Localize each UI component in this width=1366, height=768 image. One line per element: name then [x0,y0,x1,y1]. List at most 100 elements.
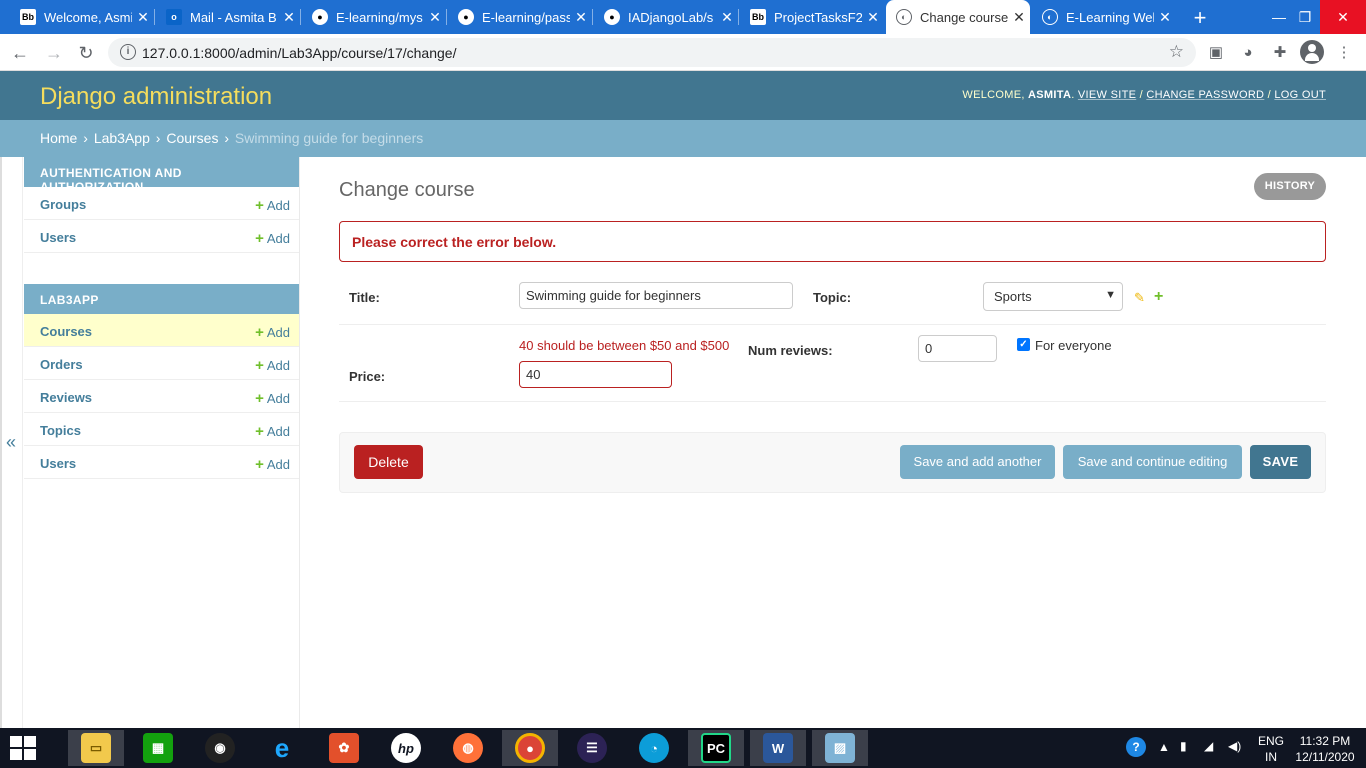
save-button[interactable]: SAVE [1250,445,1311,479]
add-icon: + [255,230,264,247]
new-tab-button[interactable]: + [1188,5,1212,31]
delete-button[interactable]: Delete [354,445,423,479]
for-everyone-label[interactable]: For everyone [1035,338,1112,353]
browser-tab[interactable]: Bb ProjectTasksF2( ✕ [740,0,884,34]
github-icon: ● [604,9,620,25]
model-link[interactable]: Orders [40,357,83,372]
github-icon: ● [458,9,474,25]
breadcrumb-model[interactable]: Courses [166,130,218,146]
browser-tab[interactable]: o Mail - Asmita B ✕ [156,0,300,34]
module-caption[interactable]: AUTHENTICATION AND AUTHORIZATION [24,157,299,194]
reload-icon[interactable]: ↻ [74,41,98,65]
num-reviews-input[interactable]: 0 [918,335,997,362]
windows-start-icon[interactable] [10,736,38,760]
extension-icon[interactable]: ▣ [1206,42,1226,62]
add-link[interactable]: + Add [255,197,290,214]
add-label: Add [266,198,290,213]
word-icon[interactable]: W [750,730,806,766]
close-tab-icon[interactable]: ✕ [132,9,154,26]
browser-tab-active[interactable]: ◐ Change course ✕ [886,0,1030,34]
view-site-link[interactable]: VIEW SITE [1078,89,1136,101]
help-icon[interactable]: ? [1126,737,1146,768]
tab-title: Mail - Asmita B [190,9,277,25]
close-tab-icon[interactable]: ✕ [716,9,738,26]
address-bar[interactable]: i 127.0.0.1:8000/admin/Lab3App/course/17… [108,38,1196,67]
url-text[interactable]: 127.0.0.1:8000/admin/Lab3App/course/17/c… [142,45,456,61]
region-label: IN [1265,750,1277,764]
input-language[interactable]: ENG IN [1258,733,1284,768]
camera-icon[interactable]: ◉ [192,730,248,766]
extension-icon[interactable]: ◕ [1238,42,1258,62]
firefox-icon[interactable]: ◍ [440,730,496,766]
edit-pencil-icon[interactable]: ✎ [1134,290,1145,306]
close-window-icon[interactable]: ✕ [1320,0,1366,34]
site-info-icon[interactable]: i [120,44,136,60]
puzzle-icon[interactable]: ✚ [1270,42,1290,62]
sidebar-item-groups: Groups + Add [24,187,299,220]
internet-explorer-icon[interactable]: e [254,730,310,766]
close-tab-icon[interactable]: ✕ [570,9,592,26]
browser-tab[interactable]: ◐ E-Learning Wel ✕ [1032,0,1176,34]
hp-icon[interactable]: hp [378,730,434,766]
browser-tab[interactable]: ● E-learning/pass ✕ [448,0,592,34]
topic-select[interactable]: Sports ▼ [983,282,1123,311]
file-explorer-icon[interactable]: ▭ [68,730,124,766]
model-link[interactable]: Groups [40,197,86,212]
chrome-icon[interactable]: ● [502,730,558,766]
add-label: Add [266,457,290,472]
log-out-link[interactable]: LOG OUT [1274,89,1326,101]
close-tab-icon[interactable]: ✕ [862,9,884,26]
add-related-icon[interactable]: + [1154,288,1163,306]
site-name[interactable]: Django administration [40,83,272,111]
add-link[interactable]: + Add [255,456,290,473]
tab-separator [738,9,739,25]
edge-icon[interactable]: ◔ [626,730,682,766]
github-icon: ● [312,9,328,25]
pycharm-icon[interactable]: PC [688,730,744,766]
battery-icon[interactable]: ▮ [1180,739,1187,768]
price-input[interactable]: 40 [519,361,672,388]
for-everyone-checkbox[interactable]: ✓ [1017,338,1030,351]
browser-tab[interactable]: ● IADjangoLab/s ✕ [594,0,738,34]
model-link[interactable]: Users [40,456,76,471]
model-link[interactable]: Topics [40,423,81,438]
photos-icon[interactable]: ✿ [316,730,372,766]
close-tab-icon[interactable]: ✕ [424,9,446,26]
wifi-icon[interactable]: ◢ [1204,739,1213,768]
num-reviews-label: Num reviews: [748,343,833,358]
add-link[interactable]: + Add [255,357,290,374]
close-tab-icon[interactable]: ✕ [1008,9,1030,26]
browser-tab[interactable]: Bb Welcome, Asmi ✕ [10,0,154,34]
model-link[interactable]: Reviews [40,390,92,405]
store-icon[interactable]: ▦ [130,730,186,766]
change-password-link[interactable]: CHANGE PASSWORD [1146,89,1264,101]
bookmark-star-icon[interactable]: ☆ [1169,42,1184,62]
browser-tab[interactable]: ● E-learning/mys ✕ [302,0,446,34]
add-link[interactable]: + Add [255,423,290,440]
system-clock[interactable]: 11:32 PM 12/11/2020 [1292,733,1358,765]
add-link[interactable]: + Add [255,390,290,407]
page-title: Change course [339,179,475,201]
model-link[interactable]: Users [40,230,76,245]
history-button[interactable]: HISTORY [1254,173,1326,200]
photo-viewer-icon[interactable]: ▨ [812,730,868,766]
model-link[interactable]: Courses [40,324,92,339]
profile-icon[interactable] [1300,40,1324,64]
add-link[interactable]: + Add [255,324,290,341]
module-caption[interactable]: LAB3APP [24,284,299,314]
save-and-add-another-button[interactable]: Save and add another [900,445,1055,479]
forward-icon[interactable]: → [42,41,66,65]
breadcrumb-home[interactable]: Home [40,130,77,146]
close-tab-icon[interactable]: ✕ [278,9,300,26]
toggle-sidebar-button[interactable]: « [6,432,16,453]
close-tab-icon[interactable]: ✕ [1154,9,1176,26]
eclipse-icon[interactable]: ☰ [564,730,620,766]
breadcrumb-app[interactable]: Lab3App [94,130,150,146]
back-icon[interactable]: ← [8,41,32,65]
save-and-continue-button[interactable]: Save and continue editing [1063,445,1242,479]
menu-dots-icon[interactable]: ⋮ [1334,42,1354,62]
tray-chevron-icon[interactable]: ▲ [1158,740,1170,768]
volume-icon[interactable]: ◀) [1228,739,1241,768]
add-link[interactable]: + Add [255,230,290,247]
title-input[interactable]: Swimming guide for beginners [519,282,793,309]
